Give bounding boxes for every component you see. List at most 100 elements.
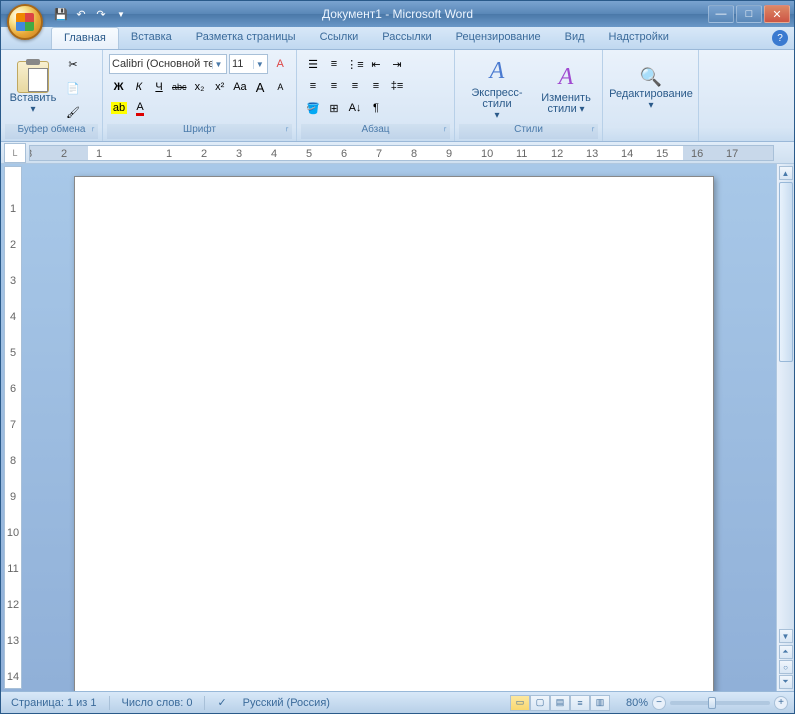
horizontal-ruler[interactable]: 3211234567891011121314151617 xyxy=(29,145,774,161)
increase-indent-button[interactable]: ⇥ xyxy=(387,54,407,74)
tab-addins[interactable]: Надстройки xyxy=(597,27,681,49)
zoom-out-button[interactable]: − xyxy=(652,696,666,710)
office-button[interactable] xyxy=(7,4,43,40)
font-size-value: 11 xyxy=(232,58,253,70)
scroll-thumb[interactable] xyxy=(779,182,793,362)
scroll-down-button[interactable]: ▼ xyxy=(779,629,793,643)
multilevel-button[interactable]: ⋮≡ xyxy=(345,54,365,74)
styles-icon: A xyxy=(481,56,513,88)
help-icon[interactable]: ? xyxy=(772,30,788,46)
underline-button[interactable]: Ч xyxy=(149,77,168,97)
zoom-in-button[interactable]: + xyxy=(774,696,788,710)
numbering-button[interactable]: ≡ xyxy=(324,54,344,74)
justify-button[interactable]: ≡ xyxy=(366,76,386,96)
bullets-button[interactable]: ☰ xyxy=(303,54,323,74)
chevron-down-icon: ▼ xyxy=(212,60,224,69)
full-screen-view[interactable]: ▢ xyxy=(530,695,550,711)
save-icon[interactable]: 💾 xyxy=(53,6,69,22)
tab-page-layout[interactable]: Разметка страницы xyxy=(184,27,308,49)
zoom-value[interactable]: 80% xyxy=(626,697,648,709)
document-area: 1234567891011121314 ▲ ▼ ⏶ ○ ⏷ xyxy=(1,164,794,691)
change-styles-button[interactable]: A Изменить стили ▾ xyxy=(536,52,596,124)
close-button[interactable]: ✕ xyxy=(764,5,790,23)
spellcheck-icon[interactable]: ✓ xyxy=(213,696,230,709)
tab-insert[interactable]: Вставка xyxy=(119,27,184,49)
shrink-font-button[interactable]: A xyxy=(271,77,290,97)
strike-button[interactable]: abc xyxy=(170,77,189,97)
undo-icon[interactable]: ↶ xyxy=(73,6,89,22)
paste-button[interactable]: Вставить▾ xyxy=(5,52,61,124)
grow-font-button[interactable]: A xyxy=(251,77,270,97)
qat-customize-icon[interactable]: ▼ xyxy=(113,6,129,22)
web-layout-view[interactable]: ▤ xyxy=(550,695,570,711)
borders-button[interactable]: ⊞ xyxy=(324,98,344,118)
shading-button[interactable]: 🪣 xyxy=(303,98,323,118)
zoom-control: 80% − + xyxy=(626,696,788,710)
subscript-button[interactable]: x₂ xyxy=(190,77,209,97)
cut-icon[interactable]: ✂ xyxy=(62,53,84,75)
binoculars-icon: 🔍 xyxy=(635,65,667,89)
zoom-thumb[interactable] xyxy=(708,697,716,709)
print-layout-view[interactable]: ▭ xyxy=(510,695,530,711)
browse-object-button[interactable]: ○ xyxy=(779,660,793,674)
group-styles: A Экспресс-стили▾ A Изменить стили ▾ Сти… xyxy=(455,50,603,141)
font-color-button[interactable]: A xyxy=(130,98,150,118)
tab-references[interactable]: Ссылки xyxy=(308,27,371,49)
vertical-scrollbar: ▲ ▼ ⏶ ○ ⏷ xyxy=(776,164,794,691)
quick-styles-button[interactable]: A Экспресс-стили▾ xyxy=(459,52,535,124)
clear-format-button[interactable]: A xyxy=(270,54,290,74)
word-window: 💾 ↶ ↷ ▼ Документ1 - Microsoft Word — □ ✕… xyxy=(0,0,795,714)
vertical-ruler[interactable]: 1234567891011121314 xyxy=(4,166,22,689)
outline-view[interactable]: ≡ xyxy=(570,695,590,711)
scroll-up-button[interactable]: ▲ xyxy=(779,166,793,180)
document-page[interactable] xyxy=(74,176,714,691)
group-font-label: Шрифт xyxy=(107,124,292,139)
scroll-track[interactable] xyxy=(779,182,793,627)
group-font: Calibri (Основной те▼ 11▼ A Ж К Ч abc x₂… xyxy=(103,50,297,141)
change-case-button[interactable]: Aa xyxy=(230,77,249,97)
status-language[interactable]: Русский (Россия) xyxy=(239,697,334,709)
align-center-button[interactable]: ≡ xyxy=(324,76,344,96)
bold-button[interactable]: Ж xyxy=(109,77,128,97)
window-title: Документ1 - Microsoft Word xyxy=(322,7,473,21)
italic-button[interactable]: К xyxy=(129,77,148,97)
page-viewport xyxy=(24,164,776,691)
superscript-button[interactable]: x² xyxy=(210,77,229,97)
align-right-button[interactable]: ≡ xyxy=(345,76,365,96)
line-spacing-button[interactable]: ‡≡ xyxy=(387,76,407,96)
tab-mailings[interactable]: Рассылки xyxy=(370,27,443,49)
sort-button[interactable]: A↓ xyxy=(345,98,365,118)
next-page-button[interactable]: ⏷ xyxy=(779,675,793,689)
editing-button[interactable]: 🔍 Редактирование▾ xyxy=(607,52,695,124)
ribbon-tabs: Главная Вставка Разметка страницы Ссылки… xyxy=(1,27,794,50)
tab-review[interactable]: Рецензирование xyxy=(444,27,553,49)
show-marks-button[interactable]: ¶ xyxy=(366,98,386,118)
status-words[interactable]: Число слов: 0 xyxy=(118,697,197,709)
format-painter-icon[interactable]: 🖌 xyxy=(62,101,84,123)
tab-view[interactable]: Вид xyxy=(553,27,597,49)
font-size-combo[interactable]: 11▼ xyxy=(229,54,268,74)
status-page[interactable]: Страница: 1 из 1 xyxy=(7,697,101,709)
prev-page-button[interactable]: ⏶ xyxy=(779,645,793,659)
copy-icon[interactable]: 📄 xyxy=(62,77,84,99)
group-editing: 🔍 Редактирование▾ . xyxy=(603,50,699,141)
decrease-indent-button[interactable]: ⇤ xyxy=(366,54,386,74)
minimize-button[interactable]: — xyxy=(708,5,734,23)
tab-selector[interactable]: L xyxy=(4,143,26,163)
editing-label: Редактирование xyxy=(609,88,693,100)
font-name-value: Calibri (Основной те xyxy=(112,58,212,70)
separator xyxy=(204,696,205,710)
paste-label: Вставить xyxy=(10,92,57,104)
group-paragraph: ☰ ≡ ⋮≡ ⇤ ⇥ ≡ ≡ ≡ ≡ ‡≡ 🪣 ⊞ A↓ ¶ xyxy=(297,50,455,141)
group-styles-label: Стили xyxy=(459,124,598,139)
highlight-button[interactable]: ab xyxy=(109,98,129,118)
maximize-button[interactable]: □ xyxy=(736,5,762,23)
font-name-combo[interactable]: Calibri (Основной те▼ xyxy=(109,54,227,74)
tab-home[interactable]: Главная xyxy=(51,27,119,49)
draft-view[interactable]: ▥ xyxy=(590,695,610,711)
redo-icon[interactable]: ↷ xyxy=(93,6,109,22)
change-styles-label: Изменить стили xyxy=(541,92,591,115)
zoom-slider[interactable] xyxy=(670,701,770,705)
align-left-button[interactable]: ≡ xyxy=(303,76,323,96)
paste-icon xyxy=(17,61,49,93)
